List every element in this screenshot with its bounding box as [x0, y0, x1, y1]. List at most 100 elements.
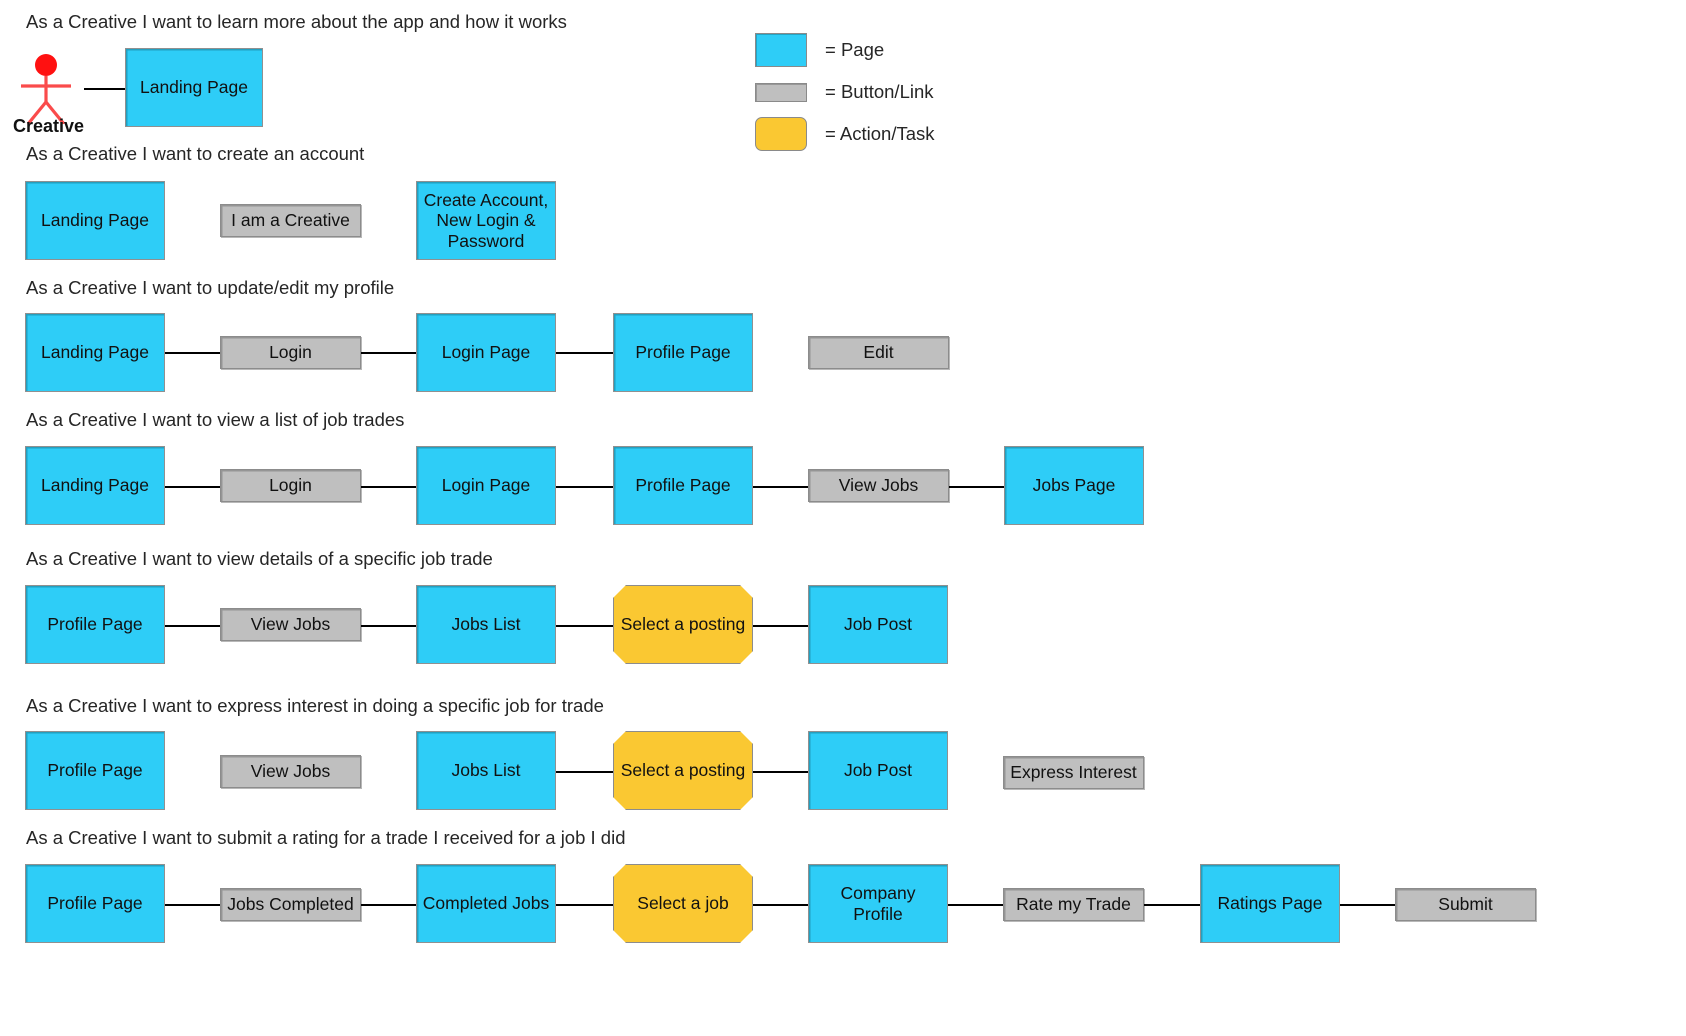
connector: [164, 486, 221, 488]
node-label: Rate my Trade: [1016, 894, 1131, 915]
node-label: Jobs List: [451, 614, 521, 635]
node-view-jobs-button[interactable]: View Jobs: [808, 469, 949, 502]
connector: [1339, 904, 1395, 906]
node-label: Job Post: [843, 760, 913, 781]
legend-item-button: = Button/Link: [755, 72, 935, 112]
node-label: Login Page: [441, 475, 531, 496]
node-label: Submit: [1438, 894, 1493, 915]
node-label: Profile Page: [47, 760, 143, 781]
node-jobs-completed-button[interactable]: Jobs Completed: [220, 888, 361, 921]
story-title-4: As a Creative I want to view a list of j…: [26, 409, 405, 430]
node-profile-page[interactable]: Profile Page: [25, 731, 165, 810]
legend-label-button: = Button/Link: [825, 81, 934, 102]
node-label: Landing Page: [139, 77, 249, 98]
node-label: Profile Page: [47, 614, 143, 635]
connector: [555, 625, 613, 627]
node-select-a-posting[interactable]: Select a posting: [613, 731, 753, 810]
node-label: Create Account, New Login & Password: [423, 189, 549, 251]
node-profile-page[interactable]: Profile Page: [613, 446, 753, 525]
node-login-page[interactable]: Login Page: [416, 446, 556, 525]
node-create-account[interactable]: Create Account, New Login & Password: [416, 181, 556, 260]
node-company-profile[interactable]: Company Profile: [808, 864, 948, 943]
node-label: Profile Page: [47, 893, 143, 914]
node-profile-page[interactable]: Profile Page: [25, 864, 165, 943]
node-ratings-page[interactable]: Ratings Page: [1200, 864, 1340, 943]
story-title-7: As a Creative I want to submit a rating …: [26, 827, 626, 848]
connector: [948, 904, 1004, 906]
node-view-jobs-button[interactable]: View Jobs: [220, 608, 361, 641]
node-landing-page[interactable]: Landing Page: [25, 181, 165, 260]
connector: [555, 904, 613, 906]
node-view-jobs-button[interactable]: View Jobs: [220, 755, 361, 788]
connector: [360, 486, 417, 488]
node-login-button[interactable]: Login: [220, 469, 361, 502]
connector: [752, 486, 809, 488]
node-label: Select a job: [637, 893, 729, 914]
node-label: Jobs Page: [1032, 475, 1116, 496]
node-label: View Jobs: [838, 475, 919, 496]
legend-label-task: = Action/Task: [825, 123, 935, 144]
connector: [555, 771, 613, 773]
node-landing-page[interactable]: Landing Page: [25, 446, 165, 525]
node-submit-button[interactable]: Submit: [1395, 888, 1536, 921]
flow-diagram-canvas: = Page = Button/Link = Action/Task Creat…: [0, 0, 1686, 1036]
node-label: Completed Jobs: [422, 893, 550, 914]
node-label: Login Page: [441, 342, 531, 363]
node-label: Landing Page: [40, 475, 150, 496]
connector: [164, 625, 221, 627]
node-label: Express Interest: [1010, 762, 1137, 783]
node-job-post[interactable]: Job Post: [808, 731, 948, 810]
story-title-3: As a Creative I want to update/edit my p…: [26, 277, 395, 298]
node-edit-button[interactable]: Edit: [808, 336, 949, 369]
node-rate-my-trade-button[interactable]: Rate my Trade: [1003, 888, 1144, 921]
node-label: Profile Page: [635, 475, 731, 496]
page-swatch-icon: [755, 33, 807, 67]
node-label: Ratings Page: [1217, 893, 1323, 914]
legend: = Page = Button/Link = Action/Task: [755, 30, 935, 156]
connector: [84, 88, 125, 90]
node-jobs-list[interactable]: Jobs List: [416, 585, 556, 664]
node-landing-page[interactable]: Landing Page: [125, 48, 263, 127]
legend-item-task: = Action/Task: [755, 114, 935, 154]
node-jobs-list[interactable]: Jobs List: [416, 731, 556, 810]
story-title-5: As a Creative I want to view details of …: [26, 548, 493, 569]
node-label: View Jobs: [250, 614, 331, 635]
story-title-6: As a Creative I want to express interest…: [26, 695, 604, 716]
connector: [948, 486, 1004, 488]
node-label: Jobs Completed: [227, 894, 354, 915]
connector: [555, 352, 613, 354]
node-profile-page[interactable]: Profile Page: [25, 585, 165, 664]
connector: [752, 904, 809, 906]
node-profile-page[interactable]: Profile Page: [613, 313, 753, 392]
node-label: Select a posting: [620, 760, 746, 781]
node-label: Company Profile: [840, 882, 916, 924]
node-select-a-posting[interactable]: Select a posting: [613, 585, 753, 664]
connector: [752, 625, 809, 627]
connector: [164, 352, 221, 354]
connector: [752, 771, 809, 773]
legend-label-page: = Page: [825, 39, 885, 60]
node-i-am-a-creative[interactable]: I am a Creative: [220, 204, 361, 237]
node-jobs-page[interactable]: Jobs Page: [1004, 446, 1144, 525]
connector: [164, 904, 221, 906]
node-label: View Jobs: [250, 761, 331, 782]
connector: [360, 352, 417, 354]
connector: [555, 486, 613, 488]
node-label: I am a Creative: [231, 210, 350, 231]
node-express-interest-button[interactable]: Express Interest: [1003, 756, 1144, 789]
legend-item-page: = Page: [755, 30, 935, 70]
story-title-1: As a Creative I want to learn more about…: [26, 11, 567, 32]
node-label: Login: [269, 475, 312, 496]
node-completed-jobs[interactable]: Completed Jobs: [416, 864, 556, 943]
node-label: Edit: [863, 342, 894, 363]
node-label: Select a posting: [620, 614, 746, 635]
node-label: Login: [269, 342, 312, 363]
node-landing-page[interactable]: Landing Page: [25, 313, 165, 392]
node-login-page[interactable]: Login Page: [416, 313, 556, 392]
node-label: Landing Page: [40, 342, 150, 363]
node-job-post[interactable]: Job Post: [808, 585, 948, 664]
node-login-button[interactable]: Login: [220, 336, 361, 369]
connector: [360, 625, 417, 627]
actor-label: Creative: [13, 116, 85, 136]
node-select-a-job[interactable]: Select a job: [613, 864, 753, 943]
